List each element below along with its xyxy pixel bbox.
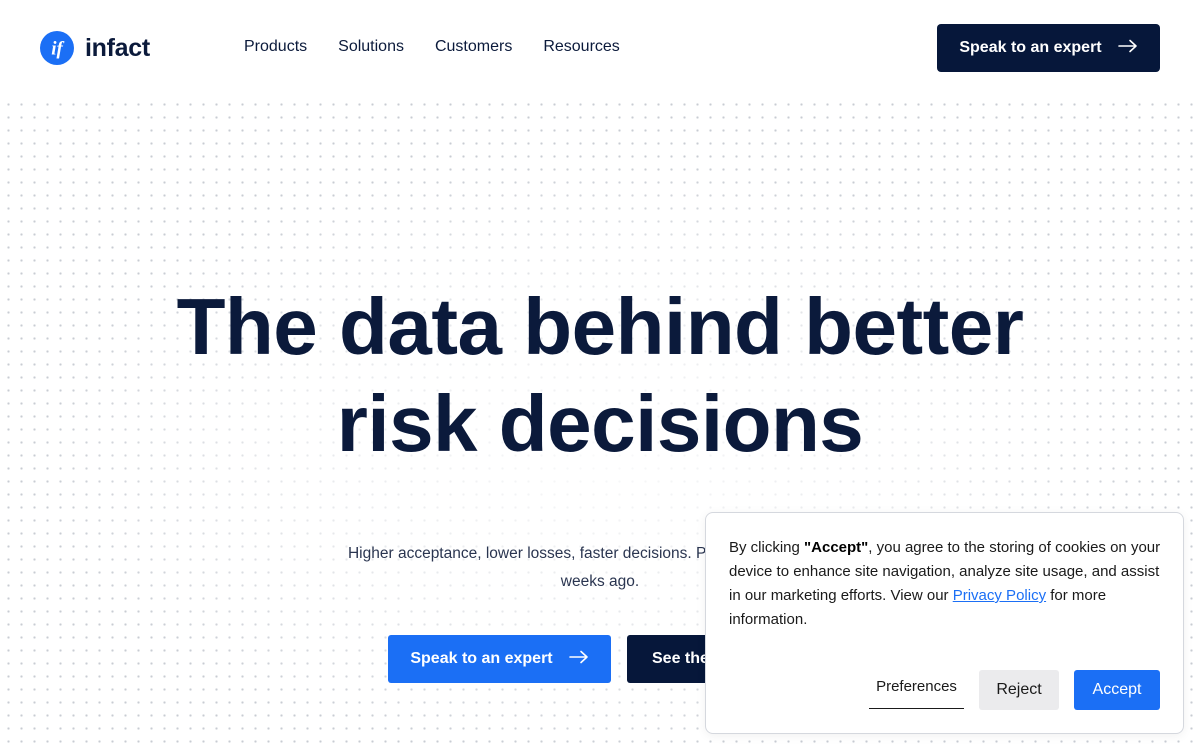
cookie-consent-text: By clicking "Accept", you agree to the s… bbox=[729, 536, 1169, 632]
nav-item-solutions[interactable]: Solutions bbox=[338, 37, 404, 57]
logo-wordmark: infact bbox=[85, 33, 150, 62]
hero-primary-cta-label: Speak to an expert bbox=[410, 650, 553, 667]
nav-item-resources[interactable]: Resources bbox=[543, 37, 619, 57]
arrow-right-icon bbox=[1117, 39, 1138, 58]
header-cta-label: Speak to an expert bbox=[959, 39, 1102, 56]
hero-title-line-1: The data behind better bbox=[176, 282, 1024, 371]
nav-item-products[interactable]: Products bbox=[244, 37, 307, 57]
cookie-preferences-button[interactable]: Preferences bbox=[869, 673, 964, 709]
hero-title: The data behind better risk decisions bbox=[0, 278, 1200, 472]
site-header: if infact Products Solutions Customers R… bbox=[0, 0, 1200, 96]
cookie-text-prefix: By clicking bbox=[729, 539, 805, 556]
cookie-text-accept-emphasis: "Accept" bbox=[804, 539, 869, 556]
if-monogram-icon: if bbox=[40, 31, 74, 65]
hero-title-line-2: risk decisions bbox=[336, 379, 864, 468]
arrow-right-icon bbox=[568, 650, 589, 669]
hero-speak-to-expert-button[interactable]: Speak to an expert bbox=[388, 635, 611, 683]
page: if infact Products Solutions Customers R… bbox=[0, 0, 1200, 750]
cookie-accept-button[interactable]: Accept bbox=[1074, 670, 1160, 710]
cookie-reject-button[interactable]: Reject bbox=[979, 670, 1059, 710]
hero-subtitle-line-2: weeks ago. bbox=[560, 573, 640, 590]
hero-secondary-cta-label: See the bbox=[652, 650, 709, 667]
logo-link[interactable]: if infact bbox=[40, 31, 150, 65]
nav-item-customers[interactable]: Customers bbox=[435, 37, 512, 57]
svg-text:if: if bbox=[51, 39, 64, 60]
header-speak-to-expert-button[interactable]: Speak to an expert bbox=[937, 24, 1160, 72]
cookie-consent-banner: By clicking "Accept", you agree to the s… bbox=[705, 512, 1184, 734]
main-nav: Products Solutions Customers Resources bbox=[244, 37, 620, 57]
privacy-policy-link[interactable]: Privacy Policy bbox=[953, 587, 1046, 604]
